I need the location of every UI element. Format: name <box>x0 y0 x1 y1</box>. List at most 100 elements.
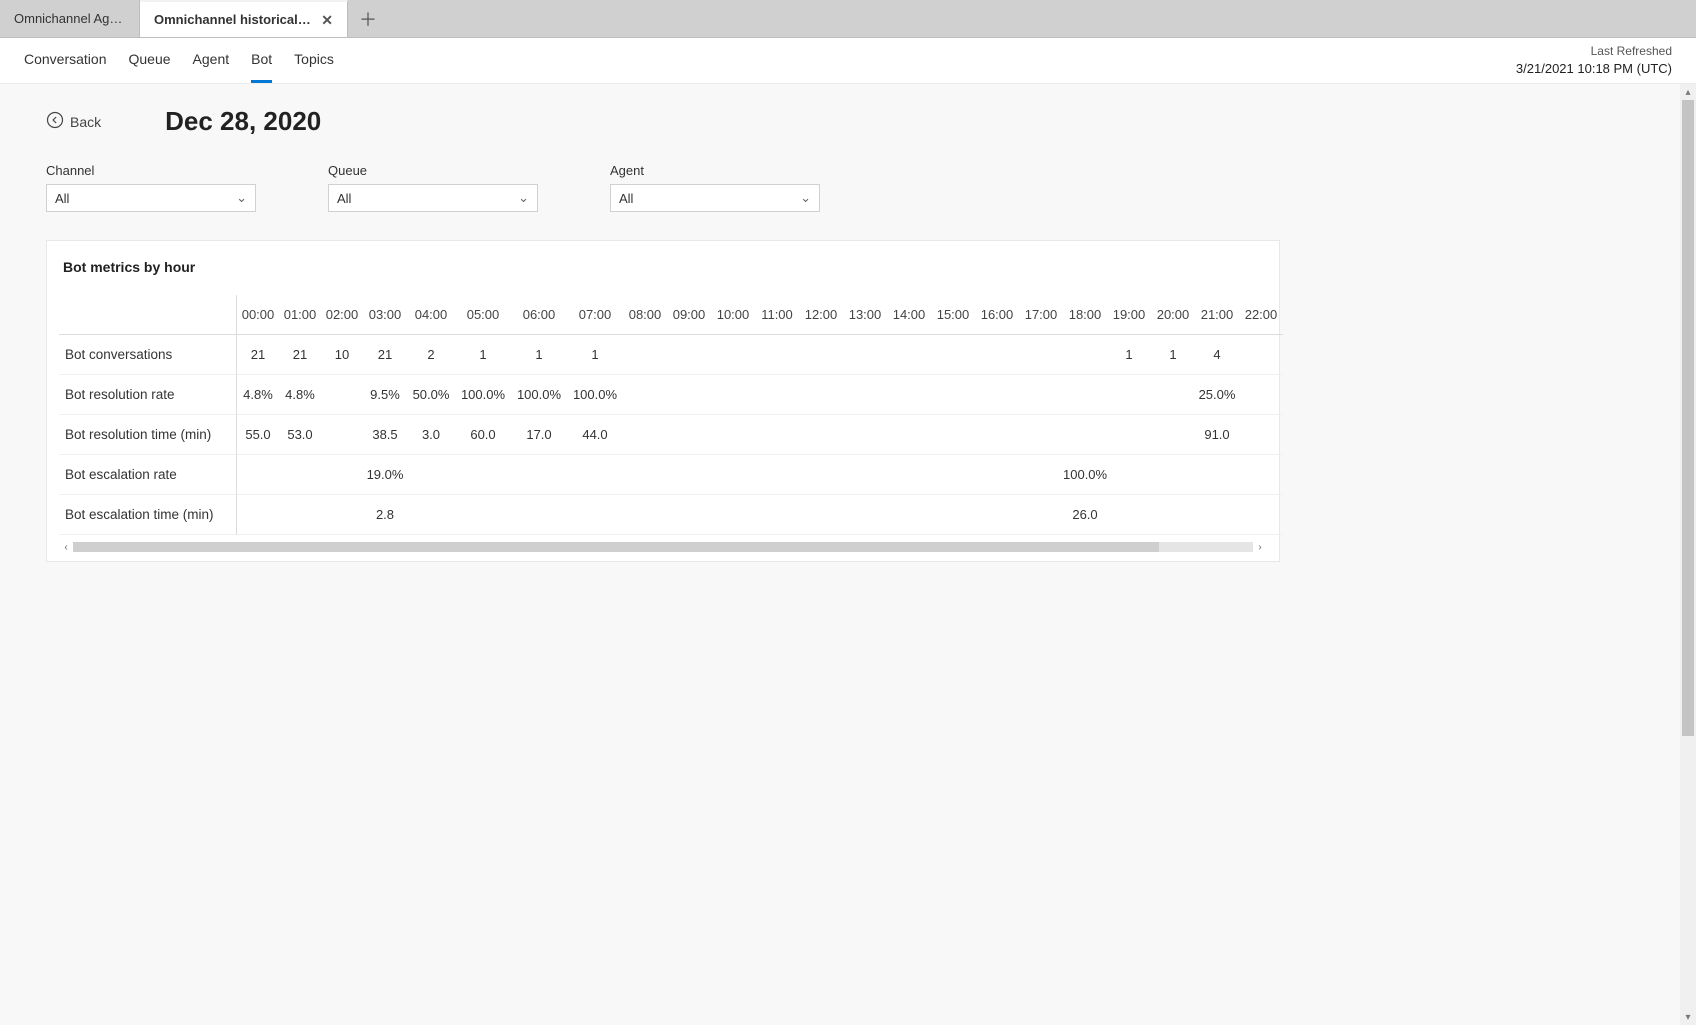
matrix-cell <box>755 495 799 535</box>
matrix-cell: 21 <box>237 335 279 375</box>
vscroll-thumb[interactable] <box>1682 100 1694 736</box>
matrix-cell <box>1107 495 1151 535</box>
matrix-cell <box>755 415 799 455</box>
matrix-cell <box>455 455 511 495</box>
matrix-cell: 4.8% <box>237 375 279 415</box>
tab-label: Omnichannel historical an... <box>154 12 311 27</box>
browser-tab-active[interactable]: Omnichannel historical an... ✕ <box>140 0 348 37</box>
hour-header: 20:00 <box>1151 295 1195 335</box>
matrix-cell <box>511 455 567 495</box>
matrix-cell <box>799 415 843 455</box>
hour-header: 03:00 <box>363 295 407 335</box>
matrix-cell: 50.0% <box>407 375 455 415</box>
matrix-cell <box>1239 495 1283 535</box>
matrix-cell <box>711 375 755 415</box>
hour-header: 12:00 <box>799 295 843 335</box>
subnav-item-bot[interactable]: Bot <box>251 38 272 83</box>
matrix-cell <box>1019 455 1063 495</box>
page-title: Dec 28, 2020 <box>165 106 321 137</box>
agent-filter: Agent All ⌄ <box>610 163 820 212</box>
queue-filter-value: All <box>337 191 351 206</box>
matrix-cell <box>1019 415 1063 455</box>
matrix-cell <box>975 335 1019 375</box>
row-label: Bot resolution rate <box>59 375 237 415</box>
scroll-right-icon[interactable]: › <box>1253 541 1267 553</box>
hour-header: 08:00 <box>623 295 667 335</box>
channel-filter-label: Channel <box>46 163 256 178</box>
horizontal-scrollbar[interactable]: ‹ › <box>59 541 1267 553</box>
subnav-item-queue[interactable]: Queue <box>129 38 171 83</box>
matrix-cell <box>931 375 975 415</box>
matrix-cell <box>843 415 887 455</box>
heading-row: Back Dec 28, 2020 <box>46 106 1650 137</box>
hour-header: 09:00 <box>667 295 711 335</box>
queue-filter-select[interactable]: All ⌄ <box>328 184 538 212</box>
matrix-cell: 100.0% <box>1063 455 1107 495</box>
scrollbar-track[interactable] <box>73 542 1253 552</box>
matrix-cell <box>1239 335 1283 375</box>
table-row: Bot resolution rate4.8%4.8%9.5%50.0%100.… <box>59 375 1283 415</box>
matrix-cell <box>407 495 455 535</box>
matrix-cell <box>455 495 511 535</box>
matrix-cell: 1 <box>567 335 623 375</box>
page: ConversationQueueAgentBotTopics Last Ref… <box>0 38 1696 1025</box>
close-icon[interactable]: ✕ <box>321 13 333 27</box>
new-tab-button[interactable]: ＋ <box>348 0 388 37</box>
hour-header: 18:00 <box>1063 295 1107 335</box>
agent-filter-label: Agent <box>610 163 820 178</box>
agent-filter-select[interactable]: All ⌄ <box>610 184 820 212</box>
hour-header: 04:00 <box>407 295 455 335</box>
matrix-cell: 4 <box>1195 335 1239 375</box>
hour-header: 17:00 <box>1019 295 1063 335</box>
matrix-cell: 9.5% <box>363 375 407 415</box>
matrix-cell <box>407 455 455 495</box>
matrix-cell <box>975 495 1019 535</box>
matrix-cell <box>511 495 567 535</box>
hour-header: 14:00 <box>887 295 931 335</box>
scroll-down-icon[interactable]: ▾ <box>1680 1009 1696 1025</box>
matrix-cell <box>843 455 887 495</box>
hour-header: 16:00 <box>975 295 1019 335</box>
matrix-cell: 21 <box>279 335 321 375</box>
matrix-cell <box>623 455 667 495</box>
matrix-cell: 100.0% <box>511 375 567 415</box>
matrix-cell <box>667 415 711 455</box>
chevron-down-icon: ⌄ <box>800 190 811 206</box>
scroll-up-icon[interactable]: ▴ <box>1680 84 1696 100</box>
matrix-cell <box>1195 495 1239 535</box>
subnav-item-topics[interactable]: Topics <box>294 38 334 83</box>
channel-filter-select[interactable]: All ⌄ <box>46 184 256 212</box>
vertical-scrollbar[interactable]: ▴ ▾ <box>1680 84 1696 1025</box>
subnav-item-conversation[interactable]: Conversation <box>24 38 107 83</box>
hour-header: 15:00 <box>931 295 975 335</box>
matrix-cell: 1 <box>511 335 567 375</box>
scroll-left-icon[interactable]: ‹ <box>59 541 73 553</box>
matrix-cell <box>975 375 1019 415</box>
browser-tab-inactive[interactable]: Omnichannel Age... <box>0 0 140 37</box>
matrix-cell <box>1063 335 1107 375</box>
matrix-cell <box>843 335 887 375</box>
bot-metrics-card: Bot metrics by hour 00:0001:0002:0003:00… <box>46 240 1280 562</box>
matrix-cell <box>1151 415 1195 455</box>
chevron-down-icon: ⌄ <box>236 190 247 206</box>
matrix-cell <box>887 335 931 375</box>
subnav-item-agent[interactable]: Agent <box>193 38 230 83</box>
matrix-cell <box>1019 335 1063 375</box>
matrix-cell <box>1239 455 1283 495</box>
back-button[interactable]: Back <box>46 111 101 132</box>
row-label: Bot escalation rate <box>59 455 237 495</box>
matrix-cell <box>567 455 623 495</box>
scrollbar-thumb[interactable] <box>73 542 1159 552</box>
hour-header: 05:00 <box>455 295 511 335</box>
bot-metrics-table: 00:0001:0002:0003:0004:0005:0006:0007:00… <box>59 295 1283 535</box>
matrix-cell <box>843 375 887 415</box>
matrix-cell <box>1107 375 1151 415</box>
matrix-cell <box>321 415 363 455</box>
matrix-cell <box>887 455 931 495</box>
matrix-cell <box>321 455 363 495</box>
back-arrow-icon <box>46 111 64 132</box>
matrix-cell <box>755 335 799 375</box>
vscroll-track[interactable] <box>1680 100 1696 1009</box>
matrix-cell <box>623 335 667 375</box>
matrix-cell: 25.0% <box>1195 375 1239 415</box>
